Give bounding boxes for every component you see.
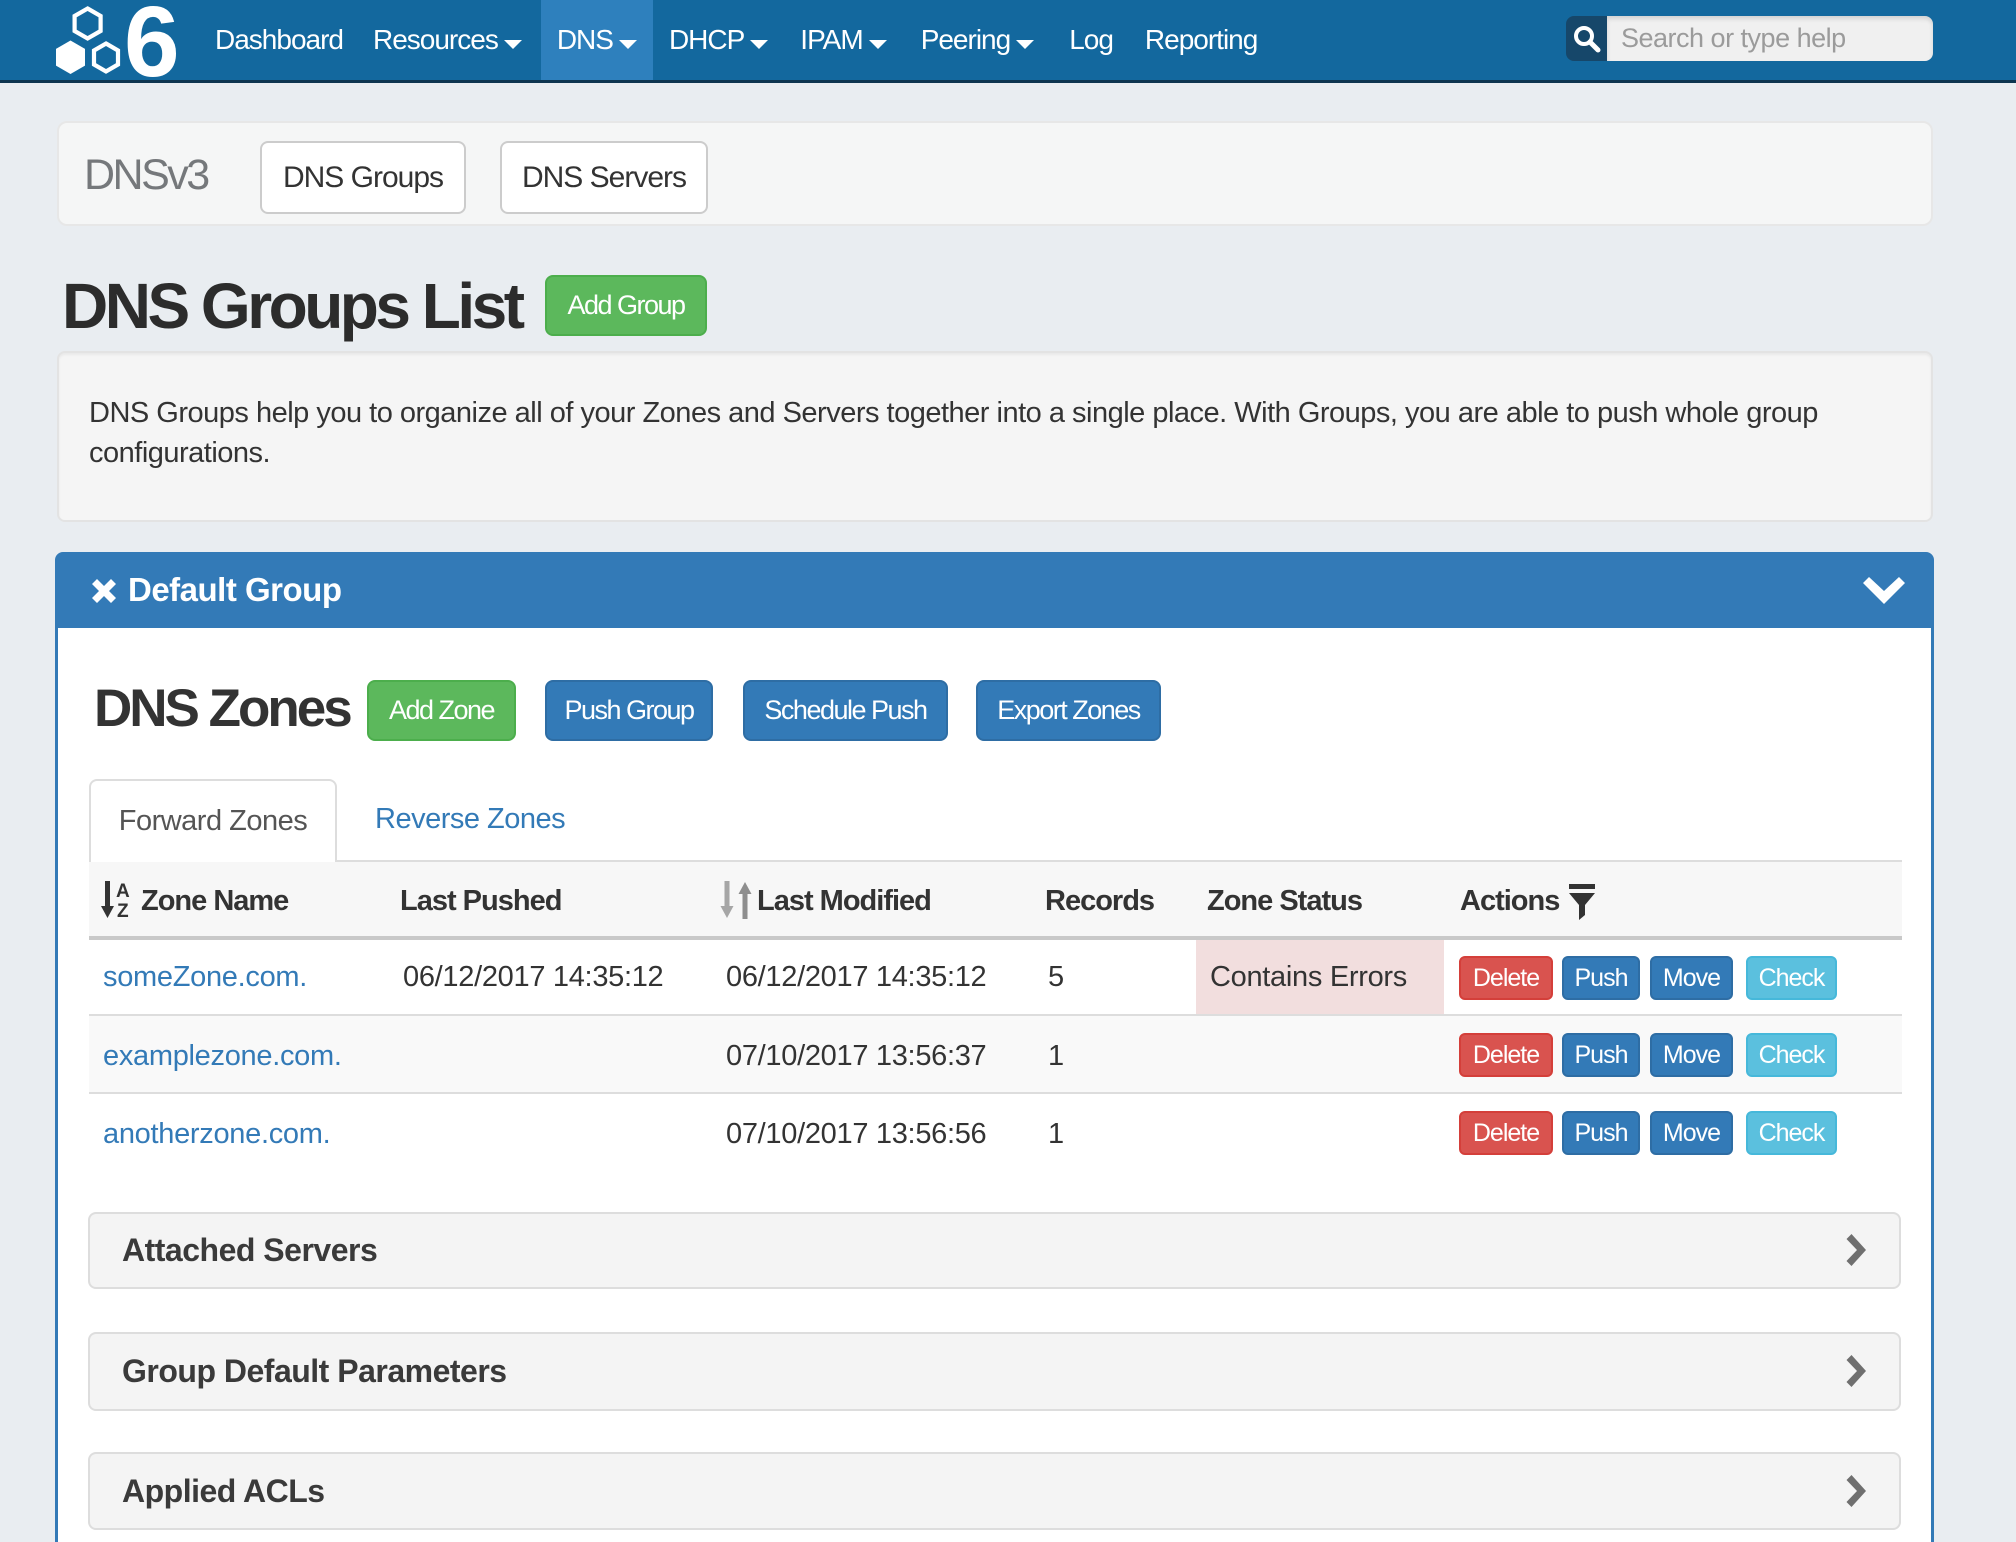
svg-text:A: A [116, 881, 130, 902]
svg-text:Z: Z [117, 901, 129, 920]
svg-text:6: 6 [124, 0, 180, 78]
